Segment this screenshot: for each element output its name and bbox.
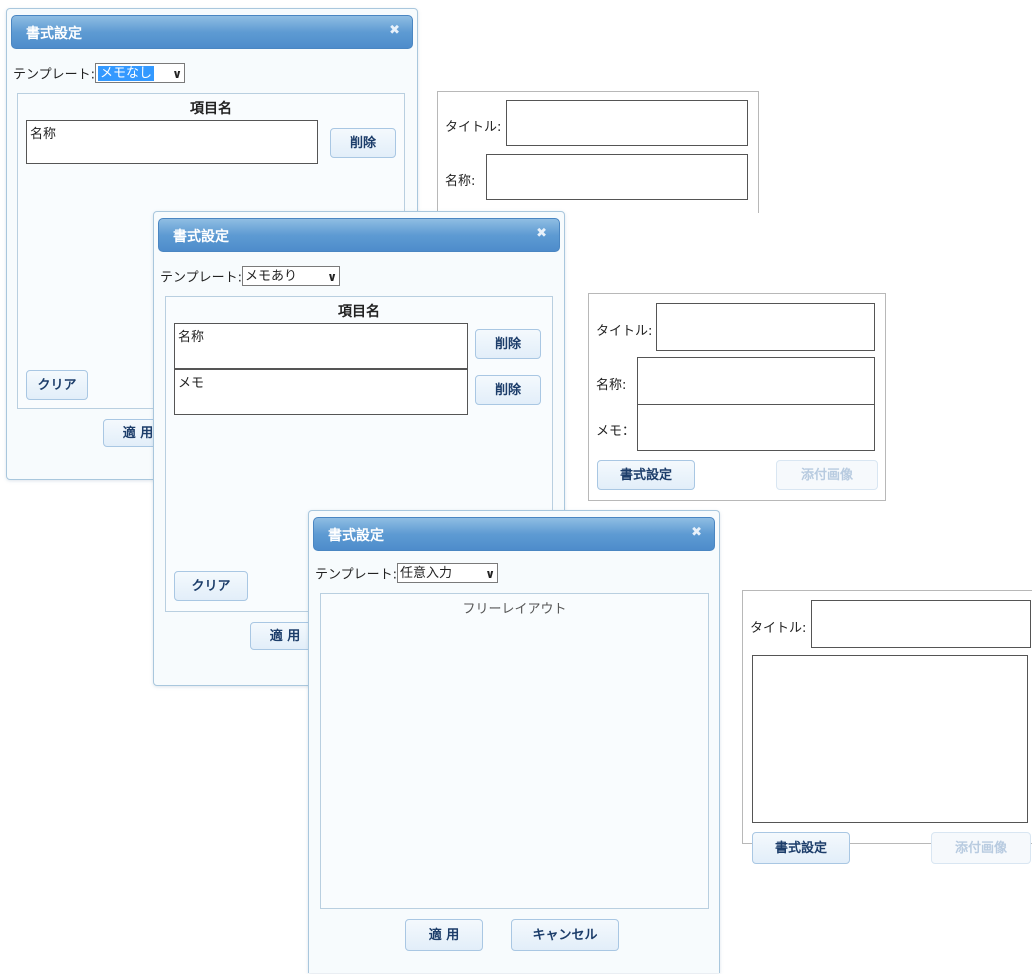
field-name-input[interactable]: 名称 — [174, 323, 468, 369]
close-icon[interactable]: ✖ — [536, 226, 547, 241]
field-name-input[interactable]: 名称 — [26, 120, 318, 164]
clear-button[interactable]: クリア — [26, 370, 88, 400]
close-icon[interactable]: ✖ — [691, 525, 702, 540]
dialog-title: 書式設定 — [26, 26, 82, 42]
template-label: テンプレート: — [13, 67, 95, 83]
chevron-down-icon: ∨ — [485, 567, 495, 581]
free-layout-panel: フリーレイアウト — [320, 593, 709, 909]
preview-panel-1: タイトル: 名称: — [437, 91, 759, 213]
dialog-titlebar[interactable]: 書式設定 ✖ — [158, 218, 560, 252]
dialog-title: 書式設定 — [328, 528, 384, 544]
field-memo-input[interactable]: メモ — [174, 369, 468, 415]
preview-field-input[interactable] — [486, 154, 748, 200]
preview-title-input[interactable] — [656, 303, 875, 351]
preview-title-input[interactable] — [811, 600, 1031, 648]
template-select[interactable]: メモなし ∨ — [95, 63, 185, 83]
clear-button[interactable]: クリア — [174, 571, 248, 601]
template-label: テンプレート: — [315, 567, 397, 583]
format-dialog-3: 書式設定 ✖ テンプレート: 任意入力 ∨ フリーレイアウト 適 用 キャンセル — [308, 510, 720, 973]
delete-button[interactable]: 削除 — [475, 329, 541, 359]
preview-title-label: タイトル: — [445, 120, 502, 135]
close-icon[interactable]: ✖ — [389, 23, 400, 38]
dialog-titlebar[interactable]: 書式設定 ✖ — [313, 517, 715, 551]
template-row: テンプレート: メモなし ∨ — [13, 63, 185, 83]
preview-field-label: メモ： — [596, 424, 636, 439]
free-layout-label: フリーレイアウト — [462, 602, 567, 617]
template-row: テンプレート: メモあり ∨ — [160, 266, 340, 286]
preview-free-layout-area[interactable] — [752, 655, 1028, 823]
fields-header: 項目名 — [338, 304, 380, 320]
dialog-titlebar[interactable]: 書式設定 ✖ — [11, 15, 413, 49]
preview-title-input[interactable] — [506, 100, 748, 146]
attach-image-button[interactable]: 添付画像 — [931, 832, 1031, 864]
template-select-value: メモあり — [245, 269, 298, 284]
template-select-value: 任意入力 — [400, 566, 453, 581]
fields-header: 項目名 — [190, 101, 232, 117]
template-select[interactable]: メモあり ∨ — [242, 266, 340, 286]
preview-memo-input[interactable] — [637, 404, 875, 451]
attach-image-button[interactable]: 添付画像 — [776, 460, 878, 490]
chevron-down-icon: ∨ — [172, 67, 182, 81]
preview-title-label: タイトル: — [596, 324, 653, 339]
template-row: テンプレート: 任意入力 ∨ — [315, 563, 498, 583]
format-settings-button[interactable]: 書式設定 — [597, 460, 695, 490]
delete-button[interactable]: 削除 — [475, 375, 541, 405]
dialog-title: 書式設定 — [173, 229, 229, 245]
template-label: テンプレート: — [160, 270, 242, 286]
preview-field-label: 名称: — [445, 174, 476, 189]
preview-field-label: 名称: — [596, 378, 627, 393]
preview-title-label: タイトル: — [750, 621, 807, 636]
apply-button[interactable]: 適 用 — [405, 919, 483, 951]
cancel-button[interactable]: キャンセル — [511, 919, 619, 951]
preview-panel-2: タイトル: 名称: メモ： 書式設定 添付画像 — [588, 293, 886, 501]
template-select-value: メモなし — [98, 66, 155, 81]
preview-panel-3: タイトル: 書式設定 添付画像 — [742, 590, 1032, 864]
chevron-down-icon: ∨ — [327, 270, 337, 284]
template-select[interactable]: 任意入力 ∨ — [397, 563, 498, 583]
delete-button[interactable]: 削除 — [330, 128, 396, 158]
format-settings-button[interactable]: 書式設定 — [752, 832, 850, 864]
preview-name-input[interactable] — [637, 357, 875, 405]
